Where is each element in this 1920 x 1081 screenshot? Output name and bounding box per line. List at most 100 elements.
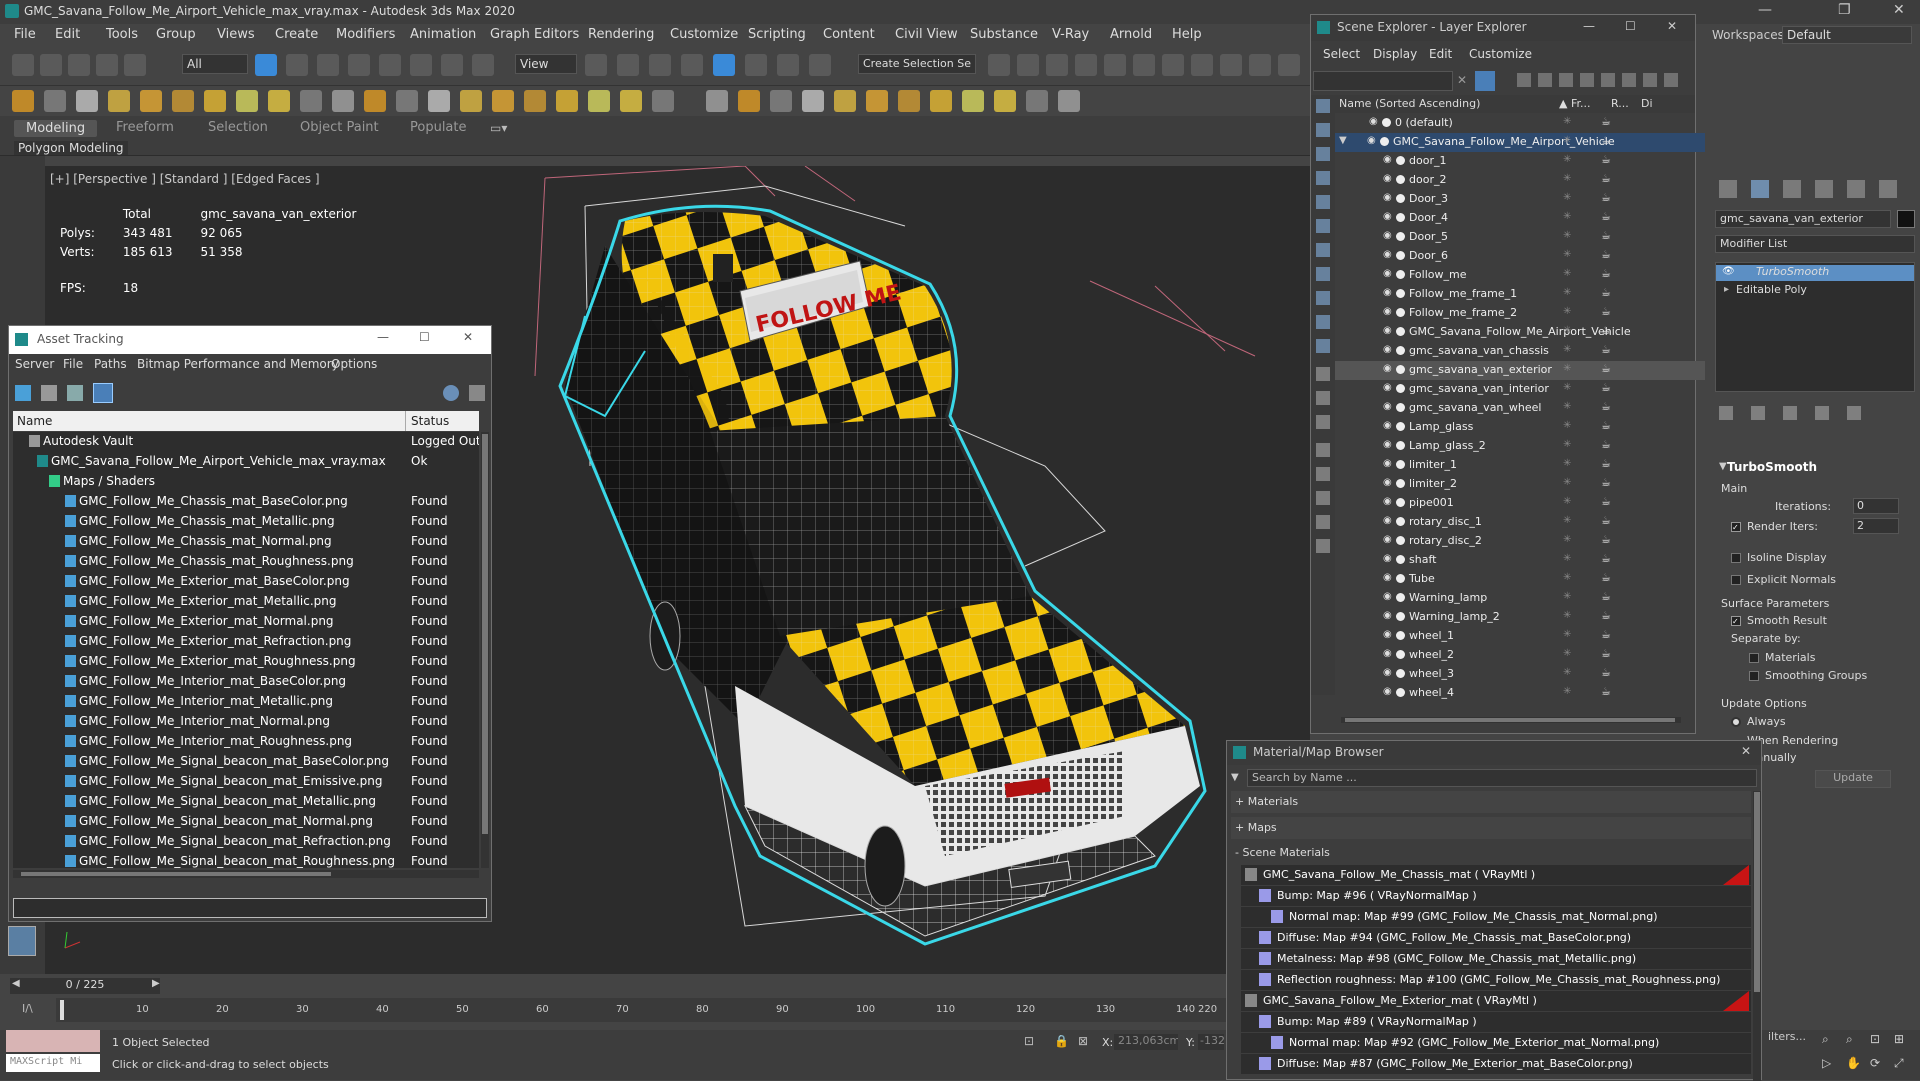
visibility-eye-icon[interactable]: ◉: [1383, 211, 1392, 222]
scene-object-row[interactable]: ◉ Lamp_glass ✳ ☕: [1335, 418, 1705, 437]
visibility-eye-icon[interactable]: ◉: [1383, 439, 1392, 450]
visibility-eye-icon[interactable]: ◉: [1369, 116, 1378, 127]
display-helpers-icon[interactable]: [1316, 195, 1330, 209]
invert-display-icon[interactable]: [1316, 443, 1330, 457]
material-tree-row[interactable]: Bump: Map #89 ( VRayNormalMap ): [1241, 1012, 1751, 1032]
viewport-layout-icon[interactable]: [8, 926, 36, 956]
material-tree-row[interactable]: Diffuse: Map #87 (GMC_Follow_Me_Exterior…: [1241, 1054, 1751, 1074]
zoom-extents-icon[interactable]: ⊡: [1870, 1032, 1880, 1046]
asset-row[interactable]: GMC_Follow_Me_Exterior_mat_Normal.png Fou…: [13, 612, 479, 632]
display-bones-icon[interactable]: [1316, 291, 1330, 305]
scene-menu-customize[interactable]: Customize: [1469, 47, 1532, 61]
asset-row[interactable]: Maps / Shaders: [13, 472, 479, 492]
renderable-toggle-icon[interactable]: ☕: [1601, 495, 1611, 508]
stack-item-editable-poly[interactable]: Editable Poly: [1716, 283, 1914, 299]
selection-filter-dropdown[interactable]: All: [182, 54, 248, 74]
asset-menu-paths[interactable]: Paths: [94, 357, 127, 371]
asset-row[interactable]: GMC_Follow_Me_Signal_beacon_mat_Refracti…: [13, 832, 479, 852]
folder-icon[interactable]: [1316, 539, 1330, 553]
layer-default[interactable]: ◉ 0 (default) ✳ ☕: [1335, 114, 1705, 133]
freeze-toggle-icon[interactable]: ✳: [1563, 211, 1571, 222]
viewport-label[interactable]: [+] [Perspective ] [Standard ] [Edged Fa…: [50, 172, 320, 186]
rc-icon[interactable]: [994, 90, 1016, 112]
renderable-toggle-icon[interactable]: ☕: [1601, 552, 1611, 565]
window-crossing-icon[interactable]: [348, 54, 370, 76]
menu-help[interactable]: Help: [1172, 27, 1202, 42]
menu-graph-editors[interactable]: Graph Editors: [490, 27, 579, 42]
select-by-name-icon[interactable]: [286, 54, 308, 76]
settings-icon[interactable]: [1664, 73, 1678, 87]
sun-icon[interactable]: [268, 90, 290, 112]
fur-icon[interactable]: [652, 90, 674, 112]
renderable-toggle-icon[interactable]: ☕: [1601, 172, 1611, 185]
freeze-toggle-icon[interactable]: ✳: [1563, 268, 1571, 279]
asset-row[interactable]: GMC_Follow_Me_Chassis_mat_Roughness.png F…: [13, 552, 479, 572]
renderable-toggle-icon[interactable]: ☕: [1601, 571, 1611, 584]
material-icon[interactable]: [332, 90, 354, 112]
hierarchy-tab-icon[interactable]: [1783, 180, 1801, 198]
freeze-toggle-icon[interactable]: ✳: [1563, 591, 1571, 602]
renderable-toggle-icon[interactable]: ☕: [1601, 210, 1611, 223]
render-setup-icon[interactable]: [1220, 54, 1242, 76]
menu-civil-view[interactable]: Civil View: [895, 27, 958, 42]
visibility-eye-icon[interactable]: ◉: [1383, 192, 1392, 203]
paint-icon[interactable]: [364, 90, 386, 112]
collapse-icon[interactable]: [1601, 73, 1615, 87]
scene-object-row[interactable]: ◉ Warning_lamp_2 ✳ ☕: [1335, 608, 1705, 627]
help-icon[interactable]: [770, 90, 792, 112]
use-pivot-icon[interactable]: [585, 54, 607, 76]
zoom-extents-all-icon[interactable]: ⊞: [1894, 1032, 1904, 1046]
scatter-icon[interactable]: [524, 90, 546, 112]
menu-content[interactable]: Content: [823, 27, 875, 42]
light-lister-icon[interactable]: [738, 90, 760, 112]
asset-row[interactable]: GMC_Follow_Me_Interior_mat_Metallic.png F…: [13, 692, 479, 712]
scene-object-row[interactable]: ◉ Door_3 ✳ ☕: [1335, 190, 1705, 209]
plane-icon[interactable]: [108, 90, 130, 112]
close-icon[interactable]: ✕: [1893, 2, 1905, 18]
renderable-toggle-icon[interactable]: ☕: [1601, 248, 1611, 261]
visibility-eye-icon[interactable]: ◉: [1383, 515, 1392, 526]
fog-icon[interactable]: [588, 90, 610, 112]
visibility-eye-icon[interactable]: ◉: [1383, 173, 1392, 184]
explicit-normals-checkbox[interactable]: [1731, 575, 1741, 585]
find-icon[interactable]: [1643, 73, 1657, 87]
modify-tab-icon[interactable]: [1751, 180, 1769, 198]
scene-object-row[interactable]: ◉ rotary_disc_2 ✳ ☕: [1335, 532, 1705, 551]
maxscript-listener-area[interactable]: [6, 1030, 100, 1052]
rollout-turbosmooth[interactable]: TurboSmooth: [1713, 460, 1913, 474]
visibility-eye-icon[interactable]: ◉: [1383, 629, 1392, 640]
material-tree-row[interactable]: Normal map: Map #92 (GMC_Follow_Me_Exter…: [1241, 1033, 1751, 1053]
visibility-eye-icon[interactable]: ◉: [1383, 287, 1392, 298]
freeze-toggle-icon[interactable]: ✳: [1563, 420, 1571, 431]
ribbon-tab-populate[interactable]: Populate: [410, 120, 467, 135]
mmb-options-arrow-icon[interactable]: ▼: [1231, 772, 1239, 783]
asset-row[interactable]: GMC_Follow_Me_Signal_beacon_mat_Metallic…: [13, 792, 479, 812]
scene-object-row[interactable]: ◉ Door_4 ✳ ☕: [1335, 209, 1705, 228]
selection-lock-icon[interactable]: 🔒: [1054, 1034, 1069, 1048]
scene-menu-display[interactable]: Display: [1373, 47, 1417, 61]
select-manipulate-icon[interactable]: [617, 54, 639, 76]
asset-col-name[interactable]: Name: [17, 414, 52, 428]
zoom-all-icon[interactable]: ⌕: [1846, 1032, 1853, 1047]
scissors-icon[interactable]: [898, 90, 920, 112]
render-iters-checkbox[interactable]: ✓: [1731, 522, 1741, 532]
menu-views[interactable]: Views: [217, 27, 255, 42]
sync-selection-icon[interactable]: [1316, 467, 1330, 481]
mmb-section-maps[interactable]: + Maps: [1231, 817, 1751, 839]
asset-row[interactable]: GMC_Follow_Me_Chassis_mat_Normal.png Foun…: [13, 532, 479, 552]
create-tab-icon[interactable]: [1719, 180, 1737, 198]
freeze-toggle-icon[interactable]: ✳: [1563, 439, 1571, 450]
scene-hscrollbar[interactable]: [1341, 717, 1681, 723]
object-name-field[interactable]: gmc_savana_van_exterior: [1715, 210, 1891, 228]
fp-icon[interactable]: [802, 90, 824, 112]
spinner-snap-icon[interactable]: [777, 54, 799, 76]
freeze-toggle-icon[interactable]: ✳: [1563, 686, 1571, 697]
ribbon-tab-object-paint[interactable]: Object Paint: [300, 120, 379, 135]
freeze-toggle-icon[interactable]: ✳: [1563, 477, 1571, 488]
renderable-toggle-icon[interactable]: ☕: [1601, 647, 1611, 660]
visibility-eye-icon[interactable]: ◉: [1383, 610, 1392, 621]
scene-minimize-icon[interactable]: —: [1583, 19, 1595, 33]
always-radio[interactable]: [1731, 717, 1741, 727]
absolute-mode-icon[interactable]: ⊠: [1078, 1034, 1088, 1048]
renderable-toggle-icon[interactable]: ☕: [1601, 400, 1611, 413]
